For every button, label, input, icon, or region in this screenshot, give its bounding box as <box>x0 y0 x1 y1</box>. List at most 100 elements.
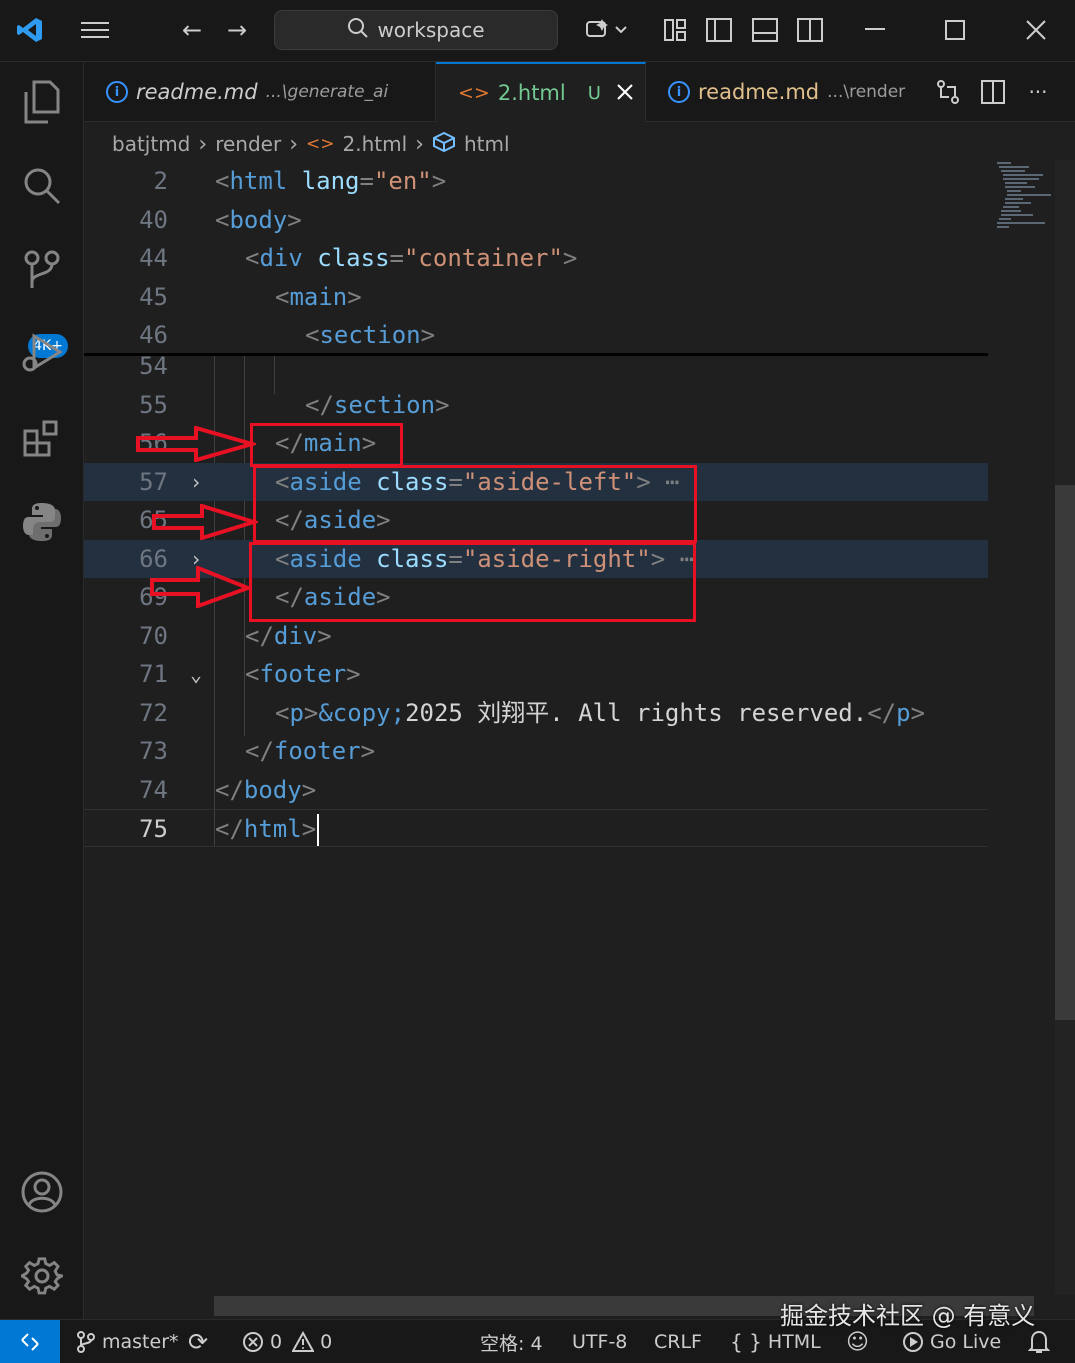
indentation-status[interactable]: 空格: 4 <box>480 1320 543 1363</box>
code-token: class <box>317 244 390 272</box>
vertical-scrollbar[interactable] <box>1055 485 1075 1020</box>
code-token: div <box>259 244 303 272</box>
code-token: </ <box>867 698 897 727</box>
accounts-icon[interactable] <box>14 1164 70 1220</box>
info-icon: i <box>106 81 128 103</box>
copilot-icon[interactable] <box>580 12 632 48</box>
forward-arrow-icon[interactable]: → <box>219 12 255 48</box>
menu-icon[interactable] <box>77 12 113 48</box>
code-token: "container" <box>403 244 563 272</box>
title-bar: ← → workspace <box>0 0 1075 62</box>
code-token: div <box>273 621 318 650</box>
tab-label: readme.md <box>698 80 820 104</box>
code-token: < <box>215 205 230 234</box>
symbol-element-icon <box>432 131 456 158</box>
breadcrumb-item[interactable]: batjtmd <box>112 132 190 156</box>
toggle-primary-sidebar-icon[interactable] <box>701 12 737 48</box>
tab-2-html[interactable]: <> 2.html U <box>436 62 646 122</box>
code-token: > <box>347 282 362 311</box>
breadcrumb-item[interactable]: 2.html <box>343 132 408 156</box>
code-token: </ <box>215 775 244 804</box>
tab-readme-generate-ai[interactable]: i readme.md ...\generate_ai <box>84 62 436 122</box>
close-icon[interactable] <box>1018 12 1054 48</box>
tab-readme-render[interactable]: i readme.md ...\render <box>646 62 924 122</box>
explorer-icon[interactable] <box>14 74 70 130</box>
tab-close-icon[interactable] <box>617 81 633 105</box>
extensions-icon[interactable] <box>14 410 70 466</box>
code-line[interactable]: 2 <html lang="en"> <box>84 162 988 200</box>
fold-collapse-icon[interactable]: ⌄ <box>184 655 208 693</box>
code-line[interactable]: 44 <div class="container"> <box>84 239 988 277</box>
tab-description: ...\render <box>827 82 906 102</box>
layout-icon[interactable] <box>657 12 693 48</box>
broadcast-icon <box>903 1332 923 1352</box>
minimize-icon[interactable] <box>857 12 893 48</box>
fold-expand-icon[interactable]: › <box>184 463 208 501</box>
code-token: > <box>562 244 578 272</box>
breadcrumb-item[interactable]: render <box>215 132 281 156</box>
code-text: <p>&copy;2025 刘翔平. All rights reserved.<… <box>275 694 925 732</box>
code-token: </ <box>245 737 274 765</box>
code-token: p <box>289 698 304 727</box>
code-line[interactable]: 70 </div> <box>84 617 988 655</box>
back-arrow-icon[interactable]: ← <box>174 12 210 48</box>
code-editor[interactable]: 2 <html lang="en"> 40 <body> 44 <div class="c… <box>84 162 988 1292</box>
minimap[interactable] <box>995 160 1053 240</box>
line-number: 71 <box>139 660 168 688</box>
vscode-logo-icon <box>12 12 48 48</box>
error-icon <box>243 1332 263 1352</box>
remote-indicator-icon[interactable] <box>0 1320 60 1363</box>
source-control-icon[interactable] <box>14 242 70 298</box>
run-debug-icon[interactable] <box>14 326 70 382</box>
compare-changes-icon[interactable] <box>930 74 966 110</box>
code-token: < <box>245 660 260 688</box>
toggle-panel-icon[interactable] <box>747 12 783 48</box>
manage-gear-icon[interactable] <box>14 1248 70 1304</box>
code-token: html <box>243 815 302 843</box>
code-line[interactable]: 75 </html> <box>84 809 988 847</box>
code-line[interactable]: 55 </section> <box>84 386 988 424</box>
breadcrumb-item[interactable]: html <box>464 132 510 156</box>
code-line[interactable]: 72 <p>&copy;2025 刘翔平. All rights reserved… <box>84 694 988 732</box>
code-line[interactable]: 73 </footer> <box>84 732 988 770</box>
html-file-icon: <> <box>306 134 335 154</box>
eol-status[interactable]: CRLF <box>654 1320 702 1363</box>
line-number: 73 <box>139 737 168 765</box>
code-token: < <box>275 282 290 311</box>
split-editor-icon[interactable] <box>975 74 1011 110</box>
info-icon: i <box>668 81 690 103</box>
activity-bar: 4K+ <box>0 62 84 1319</box>
code-line[interactable]: 74 </body> <box>84 771 988 809</box>
code-line[interactable]: 45 <main> <box>84 278 988 316</box>
search-icon[interactable] <box>14 158 70 214</box>
code-token: html <box>229 167 288 195</box>
code-text: <main> <box>275 278 362 316</box>
branch-status[interactable]: master* <box>76 1320 179 1363</box>
sync-icon[interactable]: ⟳ <box>188 1320 208 1363</box>
search-text: workspace <box>377 18 485 42</box>
code-token: > <box>910 698 926 727</box>
line-number: 44 <box>139 244 168 272</box>
code-line[interactable]: 54 <box>84 347 988 385</box>
line-number: 70 <box>139 621 168 650</box>
code-line[interactable]: 40 <body> <box>84 201 988 239</box>
code-token: p <box>896 698 911 727</box>
branch-name: master* <box>102 1331 179 1353</box>
more-actions-icon[interactable]: ··· <box>1020 74 1056 110</box>
code-token: section <box>319 321 421 349</box>
code-token: < <box>275 698 290 727</box>
toggle-secondary-sidebar-icon[interactable] <box>792 12 828 48</box>
code-token: < <box>245 244 260 272</box>
code-token: > <box>287 205 302 234</box>
code-token: < <box>305 321 320 349</box>
code-token: 2025 刘翔平. All rights reserved. <box>405 698 868 727</box>
problems-status[interactable]: 0 0 <box>242 1320 332 1363</box>
chevron-right-icon: › <box>289 131 298 157</box>
python-icon[interactable] <box>14 494 70 550</box>
command-center-search[interactable]: workspace <box>274 10 558 50</box>
encoding-status[interactable]: UTF-8 <box>572 1320 627 1363</box>
watermark-text: 掘金技术社区 @ 有意义 <box>780 1302 1036 1330</box>
code-token: > <box>317 621 332 650</box>
code-line[interactable]: 71 ⌄ <footer> <box>84 655 988 693</box>
maximize-icon[interactable] <box>937 12 973 48</box>
